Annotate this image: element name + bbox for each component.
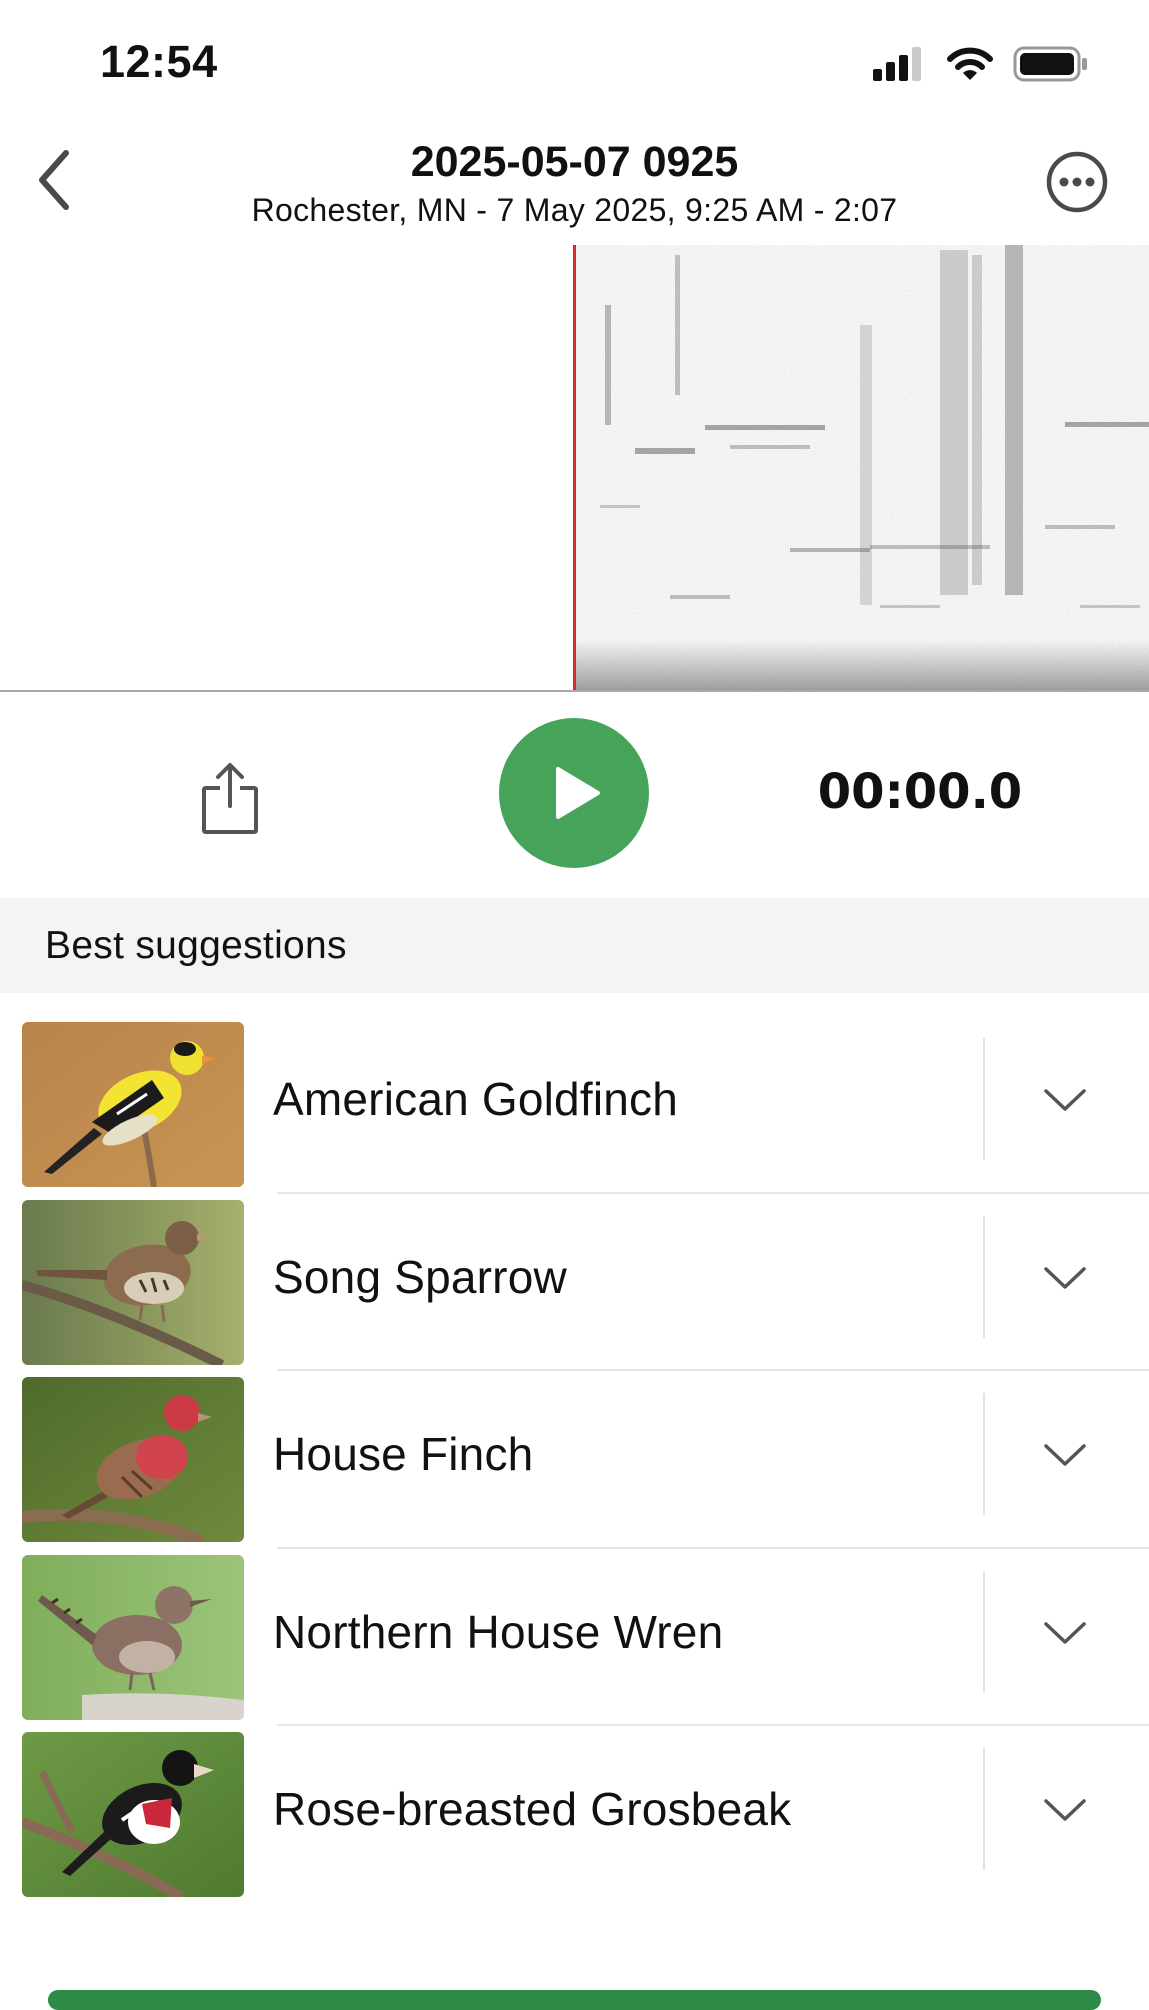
divider — [983, 1038, 985, 1160]
chevron-down-icon — [1044, 1621, 1086, 1644]
share-button[interactable] — [190, 760, 270, 840]
chevron-down-icon — [1044, 1089, 1086, 1111]
playhead[interactable] — [573, 245, 576, 690]
playback-timer: 00:00.0 — [817, 764, 1023, 820]
suggestion-row[interactable]: Rose-breasted Grosbeak — [0, 1710, 1149, 1897]
chevron-down-icon — [1044, 1266, 1086, 1289]
play-button[interactable] — [499, 718, 649, 868]
suggestions-header: Best suggestions — [0, 898, 1149, 993]
player-controls: 00:00.0 — [0, 692, 1149, 897]
bottom-action-button[interactable] — [48, 1990, 1101, 2010]
suggestions-list: American Goldfinch Song Sparrow House Fi… — [0, 1000, 1149, 1897]
nav-bar: 2025-05-07 0925 Rochester, MN - 7 May 20… — [0, 120, 1149, 245]
bird-name: American Goldfinch — [273, 1073, 678, 1125]
suggestion-row[interactable]: Northern House Wren — [0, 1533, 1149, 1726]
bird-name: House Finch — [273, 1428, 534, 1480]
recording-subtitle: Rochester, MN - 7 May 2025, 9:25 AM - 2:… — [251, 192, 898, 228]
play-icon — [556, 767, 600, 819]
northern-house-wren-photo — [22, 1554, 244, 1720]
wifi-icon — [947, 47, 993, 80]
american-goldfinch-photo — [22, 1022, 244, 1187]
expand-button[interactable] — [1030, 1603, 1100, 1663]
divider — [983, 1215, 985, 1338]
bird-name: Northern House Wren — [273, 1605, 724, 1658]
suggestion-row[interactable]: House Finch — [0, 1355, 1149, 1549]
chevron-down-icon — [1044, 1799, 1086, 1821]
divider — [983, 1748, 985, 1870]
bird-name: Rose-breasted Grosbeak — [273, 1783, 792, 1835]
recording-title: 2025-05-07 0925 — [410, 138, 739, 186]
expand-button[interactable] — [1030, 1070, 1100, 1130]
suggestion-row[interactable]: American Goldfinch — [0, 1000, 1149, 1194]
expand-button[interactable] — [1030, 1780, 1100, 1840]
cellular-signal-icon — [873, 47, 921, 81]
more-options-button[interactable] — [1045, 150, 1109, 214]
spectrogram[interactable] — [0, 245, 1149, 692]
suggestion-row[interactable]: Song Sparrow — [0, 1178, 1149, 1371]
battery-icon — [1013, 46, 1087, 82]
expand-button[interactable] — [1030, 1248, 1100, 1308]
song-sparrow-photo — [22, 1199, 244, 1365]
bird-name: Song Sparrow — [273, 1250, 567, 1303]
share-icon — [202, 763, 258, 834]
rose-breasted-grosbeak-photo — [22, 1732, 244, 1897]
divider — [983, 1570, 985, 1693]
suggestions-header-label: Best suggestions — [45, 924, 347, 967]
expand-button[interactable] — [1030, 1425, 1100, 1485]
status-icons — [873, 44, 1089, 84]
divider — [983, 1393, 985, 1515]
status-time: 12:54 — [100, 36, 218, 87]
chevron-down-icon — [1044, 1444, 1086, 1466]
house-finch-photo — [22, 1377, 244, 1542]
status-bar: 12:54 — [0, 0, 1149, 120]
ellipsis-circle-icon — [1046, 151, 1108, 213]
